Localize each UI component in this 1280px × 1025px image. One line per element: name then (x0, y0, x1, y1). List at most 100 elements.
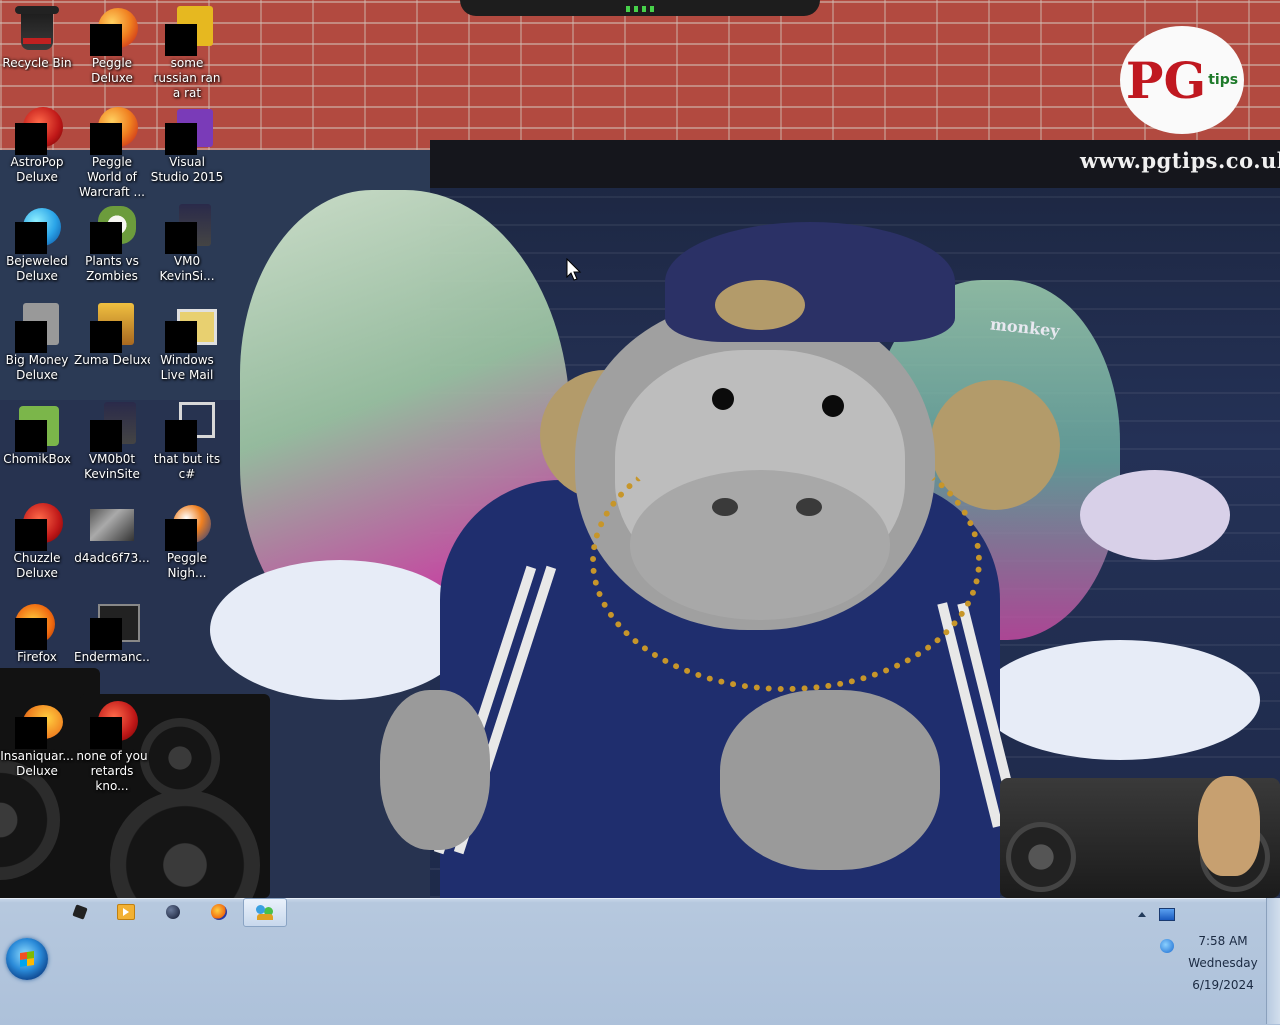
icon-label: Plants vs Zombies (85, 254, 139, 283)
icon-label: Bejeweled Deluxe (6, 254, 68, 283)
icon-label: Peggle Deluxe (91, 56, 133, 85)
icon-label: AstroPop Deluxe (10, 155, 64, 184)
desktop-icon-plants-vs-zombies[interactable]: Plants vs Zombies (74, 198, 150, 284)
taskbar-button-firefox[interactable] (198, 898, 240, 926)
recycle-bin-icon (13, 6, 61, 54)
redaction-box (15, 519, 47, 551)
icon-label: Firefox (17, 650, 57, 664)
redaction-box (15, 717, 47, 749)
desktop-icon-that-but-its-csharp[interactable]: that but its c# (149, 396, 225, 482)
desktop-icon-none-of-you[interactable]: none of you retards kno... (74, 693, 150, 794)
taskbar-button-media-player[interactable] (105, 898, 147, 926)
windows-start-orb-icon (20, 951, 34, 967)
pg-tips-url: www.pgtips.co.uk (1080, 148, 1280, 173)
icon-label: ChomikBox (3, 452, 71, 466)
contacts-app-icon (256, 904, 274, 921)
redaction-box (90, 24, 122, 56)
desktop-icon-recycle-bin[interactable]: Recycle Bin (0, 0, 75, 71)
system-clock[interactable]: 7:58 AM Wednesday 6/19/2024 (1184, 930, 1262, 996)
desktop-icon-chomikbox[interactable]: ChomikBox (0, 396, 75, 467)
monkey-hand-left (380, 690, 490, 850)
redaction-box (15, 618, 47, 650)
peggle-icon (88, 6, 138, 56)
boombox-speaker (1006, 822, 1076, 892)
redaction-box (90, 618, 122, 650)
hamster-overlay (1198, 776, 1260, 876)
firefox-icon (13, 600, 61, 650)
chevron-up-icon[interactable] (1138, 912, 1146, 917)
icon-label: Chuzzle Deluxe (13, 551, 61, 580)
desktop-icon-vm0[interactable]: VM0 KevinSi... (149, 198, 225, 284)
desktop-icon-peggle-wow[interactable]: Peggle World of Warcraft ... (74, 99, 150, 200)
show-desktop-button[interactable] (1266, 898, 1280, 1024)
icon-label: Peggle Nigh... (166, 551, 208, 580)
desktop-icon-firefox[interactable]: Firefox (0, 594, 75, 665)
monkey-hand-right (720, 690, 940, 870)
start-button[interactable] (6, 938, 48, 980)
vm-bot-icon (88, 402, 136, 452)
desktop-icon-visual-studio[interactable]: Visual Studio 2015 (149, 99, 225, 185)
desktop-icon-big-money[interactable]: Big Money Deluxe (0, 297, 75, 383)
desktop-icon-vm-bot[interactable]: VM0b0t KevinSite (74, 396, 150, 482)
redaction-box (15, 222, 47, 254)
redaction-box (90, 321, 122, 353)
big-money-icon (13, 303, 61, 353)
icon-label: Recycle Bin (2, 56, 72, 70)
monitor-icon[interactable] (1159, 908, 1175, 921)
redaction-box (165, 123, 197, 155)
desktop-icon-russian-rat[interactable]: some russian ran a rat (149, 0, 225, 101)
desktop-icon-endermanch[interactable]: Endermanc... (74, 594, 150, 665)
plants-vs-zombies-icon (88, 204, 136, 254)
desktop-icon-insaniquarium[interactable]: Insaniquar... Deluxe (0, 693, 75, 779)
monkey-eye (822, 395, 844, 417)
icon-label: VM0 KevinSi... (159, 254, 215, 283)
icon-label: Endermanc... (74, 650, 150, 664)
desktop-icon-chuzzle[interactable]: Chuzzle Deluxe (0, 495, 75, 581)
endermanch-icon (88, 600, 140, 650)
icon-label: Windows Live Mail (160, 353, 214, 382)
astropop-icon (13, 105, 63, 155)
speaker-cone (140, 718, 220, 798)
desktop-icon-zuma[interactable]: Zuma Deluxe (74, 297, 150, 368)
redaction-box (165, 24, 197, 56)
windows-live-mail-icon (163, 303, 217, 353)
graffiti-cloud (1080, 470, 1230, 560)
desktop-icon-image-file[interactable]: d4adc6f73... (74, 495, 150, 566)
desktop-icon-bejeweled[interactable]: Bejeweled Deluxe (0, 198, 75, 284)
desktop-icon-peggle-nights[interactable]: Peggle Nigh... (149, 495, 225, 581)
graffiti-cloud (980, 640, 1260, 760)
redaction-box (90, 222, 122, 254)
taskbar-button-cube-app[interactable] (59, 898, 101, 926)
redaction-box (15, 420, 47, 452)
icon-label: Peggle World of Warcraft ... (79, 155, 145, 199)
taskbar-button-dark-orb-app[interactable] (152, 898, 194, 926)
icon-label: Big Money Deluxe (5, 353, 69, 382)
gold-chain (590, 430, 982, 692)
visual-studio-icon (163, 105, 213, 155)
peggle-nights-icon (163, 501, 211, 551)
network-icon[interactable] (1160, 939, 1174, 953)
desktop-icon-peggle[interactable]: Peggle Deluxe (74, 0, 150, 86)
bejeweled-icon (13, 204, 61, 254)
icon-label: VM0b0t KevinSite (84, 452, 140, 481)
pg-logo-small: tips (1208, 72, 1239, 88)
redaction-box (15, 123, 47, 155)
bezel-led (626, 6, 654, 12)
redaction-box (90, 420, 122, 452)
dark-orb-app-icon (166, 905, 180, 919)
media-player-icon (117, 904, 135, 920)
icon-label: Visual Studio 2015 (150, 155, 224, 184)
icon-label: none of you retards kno... (76, 749, 148, 793)
redaction-box (165, 519, 197, 551)
clock-day: Wednesday (1188, 956, 1258, 970)
graffiti-cloud (210, 560, 470, 700)
desktop-icon-windows-live-mail[interactable]: Windows Live Mail (149, 297, 225, 383)
desktop-icon-astropop[interactable]: AstroPop Deluxe (0, 99, 75, 185)
redaction-box (165, 420, 197, 452)
redaction-box (165, 222, 197, 254)
icon-label: Insaniquar... Deluxe (0, 749, 74, 778)
icon-label: d4adc6f73... (74, 551, 150, 565)
redaction-box (165, 321, 197, 353)
taskbar-button-contacts-active[interactable] (243, 898, 287, 927)
redaction-box (15, 321, 47, 353)
